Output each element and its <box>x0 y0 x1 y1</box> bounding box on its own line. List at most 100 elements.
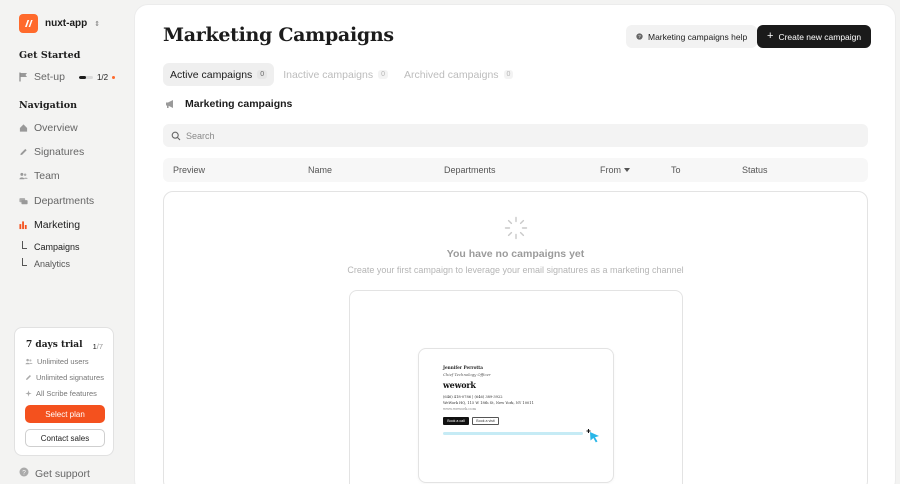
users-icon <box>25 358 33 365</box>
sidebar-item-departments[interactable]: Departments <box>19 195 94 207</box>
setup-progress-fill <box>78 75 86 79</box>
search-icon <box>171 131 181 140</box>
svg-text:?: ? <box>22 469 26 476</box>
sidebar-subitem-campaigns[interactable]: Campaigns <box>22 241 80 252</box>
flag-icon <box>19 72 28 82</box>
signature-role: Chief Technology Officer <box>443 372 491 377</box>
help-circle-icon: ? <box>636 33 643 40</box>
app-switcher[interactable]: nuxt-app ⇕ <box>19 14 100 33</box>
chevron-updown-icon: ⇕ <box>94 20 101 28</box>
signature-name: Jennifer Perrotta <box>443 365 483 370</box>
trial-card: 7 days trial 1/7 Unlimited users Unlimit… <box>14 327 114 456</box>
tab-active-campaigns[interactable]: Active campaigns 0 <box>163 63 275 86</box>
marketing-campaigns-help-button[interactable]: ? Marketing campaigns help <box>626 25 758 48</box>
signature-banner-placeholder <box>443 432 583 435</box>
setup-progress-text: 1/2 <box>96 72 109 82</box>
sidebar-item-label: Set-up <box>34 71 65 83</box>
megaphone-icon <box>166 100 173 108</box>
signature-phone: (646) 418-0786 | (646) 389-3922 <box>443 395 503 399</box>
add-cursor-icon <box>586 429 599 443</box>
setup-progress: 1/2 <box>78 72 116 82</box>
signature-website: www.wework.com <box>443 407 477 411</box>
get-started-title: Get Started <box>19 50 81 61</box>
create-new-campaign-button[interactable]: + Create new campaign <box>757 25 872 48</box>
help-button-label: Marketing campaigns help <box>648 31 748 42</box>
loading-spinner-icon <box>504 216 528 240</box>
signature-preview-card: Jennifer Perrotta Chief Technology Offic… <box>418 348 614 483</box>
signature-book-visit-button: Book a visit <box>472 417 499 425</box>
sidebar-item-marketing[interactable]: Marketing <box>19 219 80 231</box>
column-header-from[interactable]: From <box>600 165 630 175</box>
departments-icon <box>19 197 28 206</box>
column-header-status: Status <box>742 165 768 175</box>
contact-sales-button[interactable]: Contact sales <box>25 429 105 447</box>
home-icon <box>19 124 28 133</box>
sidebar-item-team[interactable]: Team <box>19 170 60 182</box>
users-icon <box>19 172 28 181</box>
get-support-link[interactable]: ? Get support <box>19 467 90 480</box>
get-support-label: Get support <box>35 467 90 480</box>
tab-archived-campaigns[interactable]: Archived campaigns 0 <box>397 63 520 86</box>
sidebar-item-label: Departments <box>34 195 95 207</box>
trial-feature-label: All Scribe features <box>36 389 97 398</box>
search-bar <box>163 124 868 147</box>
sort-down-icon <box>624 168 630 172</box>
page-title: Marketing Campaigns <box>163 24 394 46</box>
column-header-departments: Departments <box>444 165 496 175</box>
main-panel: Marketing Campaigns ? Marketing campaign… <box>134 4 896 484</box>
trial-day-count: 1/7 <box>93 342 103 351</box>
tree-elbow <box>22 241 27 249</box>
app-logo-icon <box>19 14 38 33</box>
sidebar-item-label: Team <box>34 170 60 182</box>
help-circle-icon: ? <box>19 467 29 480</box>
search-input[interactable] <box>186 130 846 141</box>
column-header-preview: Preview <box>173 165 206 175</box>
column-header-to: To <box>671 165 681 175</box>
tab-label: Active campaigns <box>170 68 253 81</box>
pencil-icon <box>26 375 31 380</box>
signature-address: WeWork HQ, 115 W 18th St, New York, NY 1… <box>443 401 534 405</box>
empty-state-title: You have no campaigns yet <box>446 248 585 260</box>
navigation-title: Navigation <box>19 100 78 111</box>
tab-count-badge: 0 <box>257 70 268 79</box>
select-plan-button[interactable]: Select plan <box>25 405 105 423</box>
trial-feature: All Scribe features <box>25 389 97 398</box>
sidebar-subitem-label: Analytics <box>34 259 71 269</box>
app-name: nuxt-app <box>45 18 88 29</box>
section-title: Marketing campaigns <box>185 98 293 110</box>
signature-company-logo: wework <box>443 380 476 390</box>
sidebar-item-label: Marketing <box>34 219 81 231</box>
empty-state-subtitle: Create your first campaign to leverage y… <box>347 265 684 275</box>
table-header: Preview Name Departments From To Status <box>163 158 868 182</box>
column-header-label: From <box>600 165 621 175</box>
sidebar: nuxt-app ⇕ Get Started Set-up 1/2 Naviga… <box>0 0 134 484</box>
notification-dot <box>112 75 116 79</box>
trial-title: 7 days trial <box>26 340 83 350</box>
tab-inactive-campaigns[interactable]: Inactive campaigns 0 <box>276 63 395 86</box>
campaign-tabs: Active campaigns 0 Inactive campaigns 0 … <box>163 63 520 86</box>
sidebar-item-label: Signatures <box>34 146 85 158</box>
tree-elbow <box>22 258 27 266</box>
tab-count-badge: 0 <box>378 70 388 79</box>
plus-icon: + <box>767 30 774 42</box>
trial-day-total: /7 <box>96 342 103 351</box>
sidebar-item-label: Overview <box>34 122 78 134</box>
campaign-preview-frame: Jennifer Perrotta Chief Technology Offic… <box>349 290 683 484</box>
tab-count-badge: 0 <box>503 70 514 79</box>
setup-progress-bar <box>78 75 93 79</box>
trial-feature: Unlimited users <box>25 357 89 366</box>
empty-state: You have no campaigns yet Create your fi… <box>163 191 868 484</box>
trial-feature: Unlimited signatures <box>25 373 104 382</box>
sidebar-item-setup[interactable]: Set-up 1/2 <box>19 71 116 83</box>
section-heading: Marketing campaigns <box>165 98 292 110</box>
sidebar-item-overview[interactable]: Overview <box>19 122 78 134</box>
signature-book-call-button: Book a call <box>443 417 469 425</box>
sparkle-icon <box>25 390 32 397</box>
sidebar-subitem-analytics[interactable]: Analytics <box>22 258 71 269</box>
column-header-name: Name <box>308 165 333 175</box>
trial-feature-label: Unlimited signatures <box>36 373 104 382</box>
tab-label: Archived campaigns <box>404 68 499 81</box>
sidebar-item-signatures[interactable]: Signatures <box>19 146 84 158</box>
chart-bars-icon <box>19 221 28 230</box>
sidebar-subitem-label: Campaigns <box>34 242 80 252</box>
